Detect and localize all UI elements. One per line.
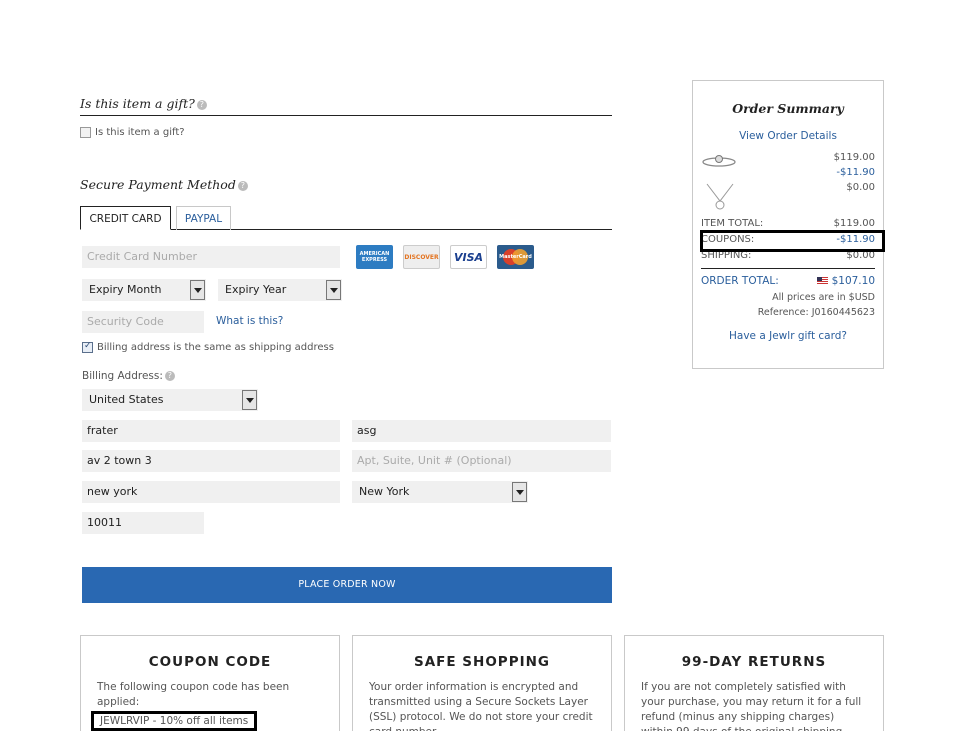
country-select[interactable]: United States <box>82 389 258 411</box>
help-icon[interactable]: ? <box>196 100 207 110</box>
amex-logo: AMERICAN EXPRESS <box>356 245 393 269</box>
place-order-button[interactable]: PLACE ORDER NOW <box>82 567 612 603</box>
chevron-down-icon <box>190 280 205 300</box>
gift-card-link[interactable]: Have a Jewlr gift card? <box>693 330 883 342</box>
us-flag-icon <box>816 277 828 285</box>
applied-coupon: JEWLRVIP - 10% off all items <box>91 711 258 731</box>
zip-input[interactable]: 10011 <box>82 512 204 534</box>
returns-title: 99-DAY RETURNS <box>681 654 827 670</box>
security-code-input[interactable]: Security Code <box>82 311 204 333</box>
summary-divider <box>701 268 875 269</box>
coupon-code-title: COUPON CODE <box>148 654 272 670</box>
billing-address-label: Billing Address:? <box>82 370 175 382</box>
city-input[interactable]: new york <box>82 481 340 503</box>
visa-logo: VISA <box>450 245 487 269</box>
discover-logo: DISCOVER <box>403 245 440 269</box>
card-logos: AMERICAN EXPRESS DISCOVER VISA MasterCar… <box>356 245 534 269</box>
first-name-input[interactable]: frater <box>82 420 340 442</box>
gift-checkbox-label: Is this item a gift? <box>95 127 185 138</box>
returns-text: If you are not completely satisfied with… <box>641 681 862 731</box>
safe-shopping-text: Your order information is encrypted and … <box>369 681 593 731</box>
last-name-input[interactable]: asg <box>352 420 611 442</box>
tab-credit-card[interactable]: CREDIT CARD <box>80 206 171 230</box>
item-2-price: $0.00 <box>846 182 875 193</box>
chevron-down-icon <box>512 482 527 502</box>
tab-paypal[interactable]: PAYPAL <box>176 206 231 230</box>
payment-section-title: Secure Payment Method? <box>80 177 248 192</box>
help-icon[interactable]: ? <box>164 371 175 381</box>
ring-icon <box>701 151 737 171</box>
expiry-year-select[interactable]: Expiry Year <box>218 279 342 301</box>
order-summary-title: Order Summary <box>732 101 844 116</box>
billing-same-label: Billing address is the same as shipping … <box>97 342 334 353</box>
item-1-prices: $119.00 -$11.90 <box>833 152 875 178</box>
gift-checkbox[interactable] <box>80 127 91 138</box>
divider <box>80 115 612 116</box>
card-number-input[interactable]: Credit Card Number <box>82 246 340 268</box>
order-summary-panel: Order Summary View Order Details $119.00… <box>692 80 884 369</box>
gift-checkbox-row: Is this item a gift? <box>80 127 185 138</box>
currency-note: All prices are in $USD <box>772 292 875 303</box>
coupon-code-text: The following coupon code has been appli… <box>97 681 290 708</box>
address2-input[interactable]: Apt, Suite, Unit # (Optional) <box>352 450 611 472</box>
item-total-label: ITEM TOTAL: <box>701 218 764 229</box>
mastercard-logo: MasterCard <box>497 245 534 269</box>
what-is-this-link[interactable]: What is this? <box>216 315 283 327</box>
billing-same-checkbox[interactable] <box>82 341 93 353</box>
address1-input[interactable]: av 2 town 3 <box>82 450 340 472</box>
chevron-down-icon <box>326 280 341 300</box>
order-total-value: $107.10 <box>816 275 875 287</box>
safe-shopping-title: SAFE SHOPPING <box>413 654 550 670</box>
returns-panel: 99-DAY RETURNS If you are not completely… <box>624 635 884 731</box>
state-select[interactable]: New York <box>352 481 528 503</box>
coupon-code-panel: COUPON CODE The following coupon code ha… <box>80 635 340 731</box>
reference-number: Reference: J0160445623 <box>757 307 875 318</box>
coupons-highlight <box>700 230 885 252</box>
chevron-down-icon <box>242 390 257 410</box>
necklace-icon <box>705 181 735 211</box>
view-order-details-link[interactable]: View Order Details <box>693 130 883 142</box>
billing-same-row: Billing address is the same as shipping … <box>82 341 334 353</box>
help-icon[interactable]: ? <box>237 181 248 191</box>
gift-section-title: Is this item a gift?? <box>80 96 207 111</box>
item-total-value: $119.00 <box>833 218 875 229</box>
safe-shopping-panel: SAFE SHOPPING Your order information is … <box>352 635 612 731</box>
order-total-label: ORDER TOTAL: <box>701 275 779 287</box>
expiry-month-select[interactable]: Expiry Month <box>82 279 206 301</box>
